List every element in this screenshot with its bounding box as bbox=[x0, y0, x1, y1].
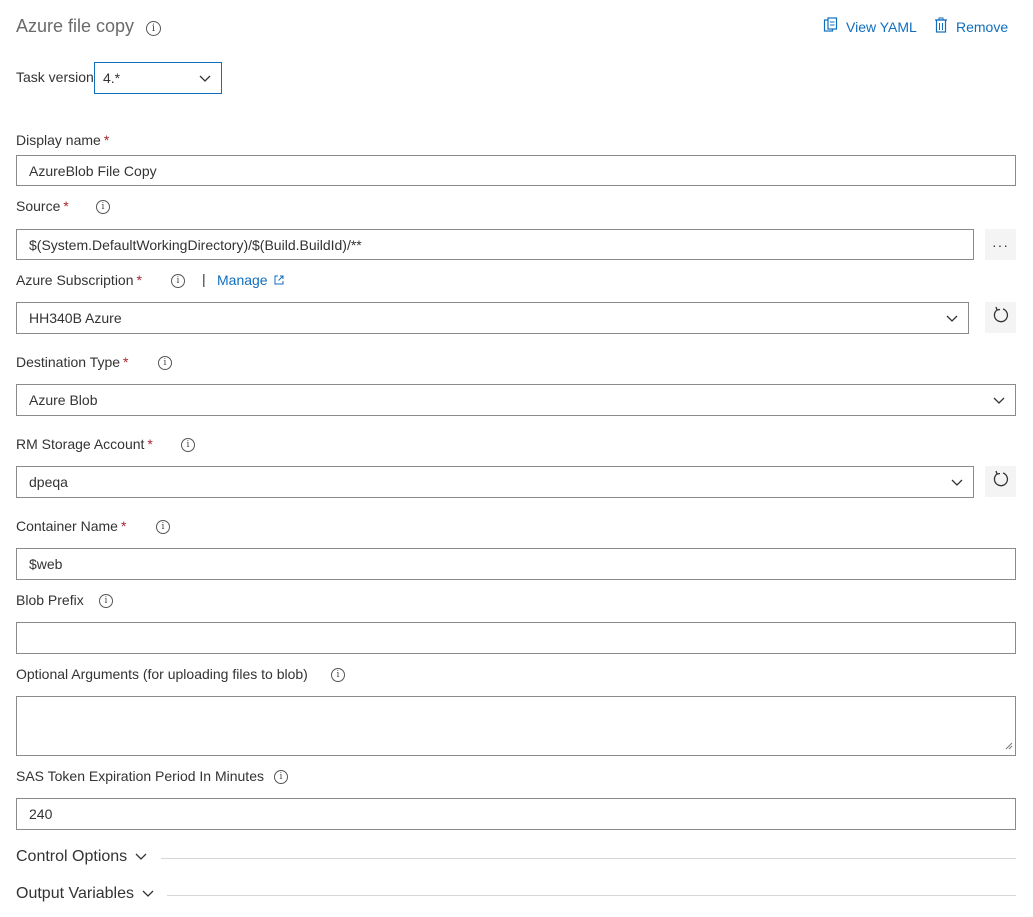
browse-button[interactable]: ··· bbox=[985, 229, 1016, 260]
resize-handle-icon[interactable] bbox=[1005, 737, 1013, 753]
rm-storage-account-label: RM Storage Account * bbox=[16, 436, 153, 452]
refresh-subscription-button[interactable] bbox=[985, 302, 1016, 333]
chevron-down-icon bbox=[135, 848, 147, 866]
control-options-label: Control Options bbox=[16, 848, 128, 865]
sas-token-input[interactable]: 240 bbox=[16, 798, 1016, 830]
page-title: Azure file copy bbox=[16, 16, 135, 36]
chevron-down-icon bbox=[946, 310, 958, 326]
chevron-down-icon bbox=[199, 70, 211, 86]
chevron-down-icon bbox=[993, 392, 1005, 408]
azure-subscription-label: Azure Subscription * bbox=[16, 272, 142, 288]
info-icon[interactable]: i bbox=[158, 356, 172, 370]
divider bbox=[167, 895, 1016, 896]
control-options-toggle[interactable]: Control Options bbox=[16, 848, 147, 866]
refresh-icon bbox=[992, 470, 1010, 493]
info-icon[interactable]: i bbox=[99, 594, 113, 608]
optional-arguments-label: Optional Arguments (for uploading files … bbox=[16, 666, 308, 682]
remove-label: Remove bbox=[956, 18, 1009, 35]
remove-button[interactable]: Remove bbox=[934, 17, 1008, 36]
chevron-down-icon bbox=[142, 885, 154, 903]
container-name-input[interactable]: $web bbox=[16, 548, 1016, 580]
destination-type-select[interactable]: Azure Blob bbox=[16, 384, 1016, 416]
info-icon[interactable]: i bbox=[274, 770, 288, 784]
sas-token-label: SAS Token Expiration Period In Minutes bbox=[16, 768, 264, 784]
task-version-value: 4.* bbox=[103, 70, 121, 86]
refresh-storage-button[interactable] bbox=[985, 466, 1016, 497]
output-variables-toggle[interactable]: Output Variables bbox=[16, 885, 154, 903]
display-name-input[interactable]: AzureBlob File Copy bbox=[16, 155, 1016, 186]
rm-storage-account-select[interactable]: dpeqa bbox=[16, 466, 974, 498]
info-icon[interactable]: i bbox=[96, 200, 110, 214]
info-icon[interactable]: i bbox=[156, 520, 170, 534]
source-label: Source * bbox=[16, 198, 69, 214]
blob-prefix-label: Blob Prefix bbox=[16, 592, 84, 608]
info-icon[interactable]: i bbox=[171, 274, 185, 288]
info-icon[interactable]: i bbox=[146, 21, 161, 36]
view-yaml-label: View YAML bbox=[846, 18, 917, 35]
chevron-down-icon bbox=[951, 474, 963, 490]
task-version-label: Task version bbox=[16, 69, 94, 85]
divider bbox=[161, 858, 1016, 859]
trash-icon bbox=[934, 17, 948, 36]
info-icon[interactable]: i bbox=[181, 438, 195, 452]
source-input[interactable]: $(System.DefaultWorkingDirectory)/$(Buil… bbox=[16, 229, 974, 260]
manage-link[interactable]: Manage bbox=[217, 272, 284, 288]
external-link-icon bbox=[274, 272, 284, 288]
info-icon[interactable]: i bbox=[331, 668, 345, 682]
task-version-select[interactable]: 4.* bbox=[94, 62, 222, 94]
view-yaml-button[interactable]: View YAML bbox=[823, 17, 917, 36]
container-name-label: Container Name * bbox=[16, 518, 127, 534]
destination-type-label: Destination Type * bbox=[16, 354, 129, 370]
display-name-label: Display name * bbox=[16, 132, 110, 148]
optional-arguments-textarea[interactable] bbox=[16, 696, 1016, 756]
blob-prefix-input[interactable] bbox=[16, 622, 1016, 654]
azure-subscription-select[interactable]: HH340B Azure bbox=[16, 302, 969, 334]
output-variables-label: Output Variables bbox=[16, 885, 134, 902]
separator: | bbox=[202, 271, 206, 287]
refresh-icon bbox=[992, 306, 1010, 329]
clipboard-icon bbox=[823, 17, 838, 36]
